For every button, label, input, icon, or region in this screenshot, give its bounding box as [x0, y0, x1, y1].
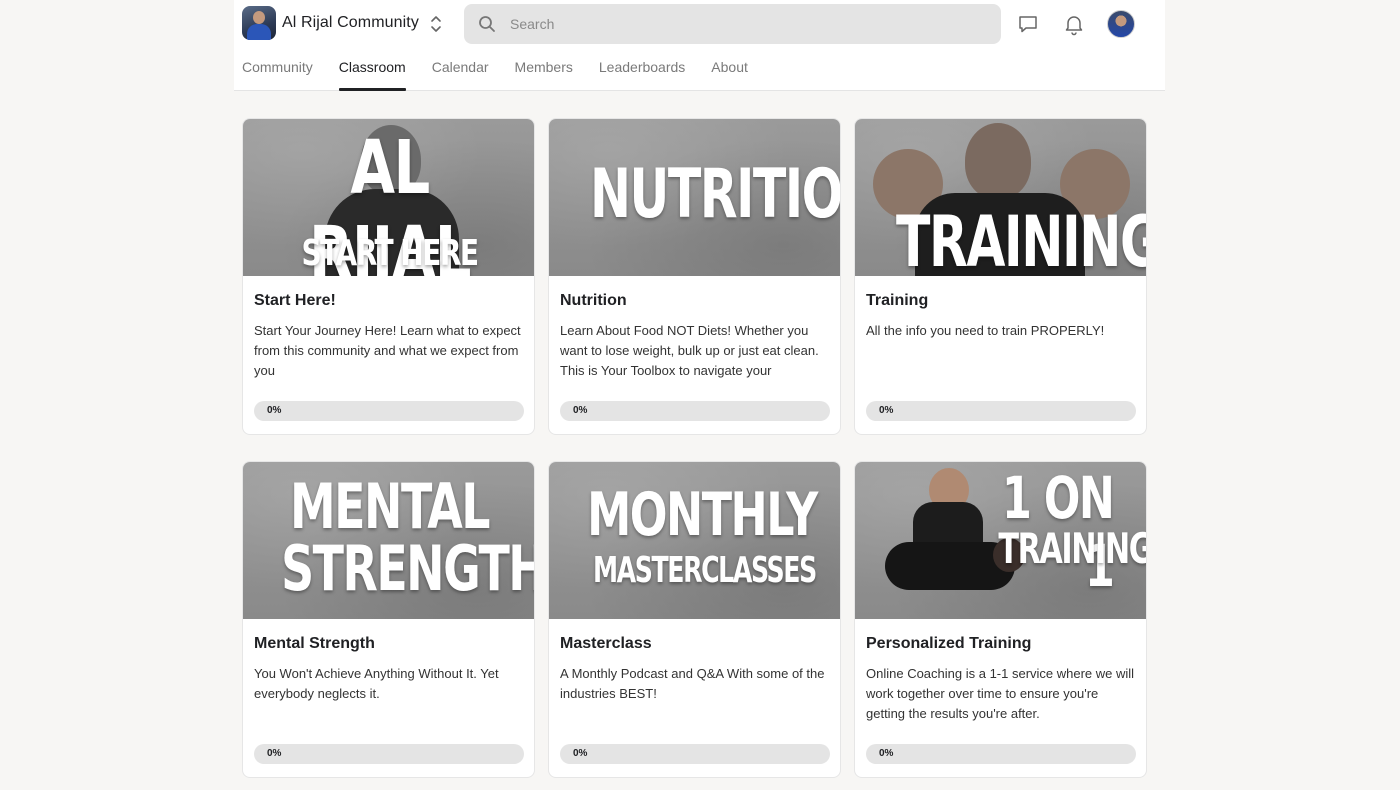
cover-subtitle: STRENGTH: [281, 532, 535, 605]
cover-title: TRAINING: [896, 201, 1147, 276]
progress-label: 0%: [879, 405, 894, 416]
course-card-masterclass[interactable]: MONTHLY MASTERCLASSES Masterclass A Mont…: [548, 461, 841, 778]
search-icon: [479, 16, 495, 32]
course-progress-bar: 0%: [866, 744, 1136, 764]
course-card-nutrition[interactable]: NUTRITION Nutrition Learn About Food NOT…: [548, 118, 841, 435]
course-description: All the info you need to train PROPERLY!: [866, 323, 1105, 338]
top-header: Al Rijal Community Community Classroom C…: [234, 0, 1165, 91]
tab-calendar[interactable]: Calendar: [432, 52, 489, 91]
progress-label: 0%: [573, 748, 588, 759]
community-logo[interactable]: [242, 6, 276, 40]
course-cover-image: MONTHLY MASTERCLASSES: [549, 462, 840, 619]
chat-icon[interactable]: [1016, 12, 1040, 36]
tab-members[interactable]: Members: [515, 52, 573, 91]
tab-community[interactable]: Community: [242, 52, 313, 91]
course-progress-bar: 0%: [560, 401, 830, 421]
course-progress-bar: 0%: [254, 401, 524, 421]
course-card-training[interactable]: TRAINING Training All the info you need …: [854, 118, 1147, 435]
course-description: Start Your Journey Here! Learn what to e…: [254, 323, 521, 378]
course-title: Masterclass: [560, 635, 652, 652]
progress-label: 0%: [879, 748, 894, 759]
community-switcher-icon[interactable]: [428, 14, 444, 34]
course-progress-bar: 0%: [866, 401, 1136, 421]
progress-label: 0%: [573, 405, 588, 416]
course-card-start-here[interactable]: AL RIJAL START HERE Start Here! Start Yo…: [242, 118, 535, 435]
course-description: You Won't Achieve Anything Without It. Y…: [254, 666, 499, 701]
course-card-personalized-training[interactable]: 1 ON 1 TRAINING Personalized Training On…: [854, 461, 1147, 778]
course-description: A Monthly Podcast and Q&A With some of t…: [560, 666, 825, 701]
tab-about[interactable]: About: [711, 52, 748, 91]
course-title: Start Here!: [254, 292, 336, 309]
cover-title: MONTHLY: [587, 480, 818, 550]
course-card-mental-strength[interactable]: MENTAL STRENGTH Mental Strength You Won'…: [242, 461, 535, 778]
course-description: Learn About Food NOT Diets! Whether you …: [560, 323, 819, 378]
progress-label: 0%: [267, 405, 282, 416]
course-title: Mental Strength: [254, 635, 375, 652]
community-name[interactable]: Al Rijal Community: [282, 14, 419, 32]
course-progress-bar: 0%: [254, 744, 524, 764]
course-cover-image: 1 ON 1 TRAINING: [855, 462, 1147, 619]
course-progress-bar: 0%: [560, 744, 830, 764]
course-cover-image: AL RIJAL START HERE: [243, 119, 534, 276]
nav-tabs: Community Classroom Calendar Members Lea…: [242, 52, 774, 91]
progress-label: 0%: [267, 748, 282, 759]
user-avatar[interactable]: [1107, 10, 1135, 38]
course-cover-image: TRAINING: [855, 119, 1147, 276]
cover-subtitle: TRAINING: [998, 524, 1147, 573]
course-title: Nutrition: [560, 292, 627, 309]
cover-title: NUTRITION: [590, 155, 840, 234]
course-title: Personalized Training: [866, 635, 1032, 652]
tab-classroom[interactable]: Classroom: [338, 52, 406, 91]
course-title: Training: [866, 292, 929, 309]
tab-leaderboards[interactable]: Leaderboards: [599, 52, 685, 91]
search-input[interactable]: [510, 4, 980, 44]
search-bar[interactable]: [464, 4, 1001, 44]
notification-bell-icon[interactable]: [1062, 12, 1086, 36]
course-cover-image: NUTRITION: [549, 119, 840, 276]
course-description: Online Coaching is a 1-1 service where w…: [866, 666, 1135, 721]
course-cover-image: MENTAL STRENGTH: [243, 462, 535, 619]
cover-subtitle: MASTERCLASSES: [592, 550, 817, 591]
cover-subtitle: START HERE: [301, 233, 479, 274]
